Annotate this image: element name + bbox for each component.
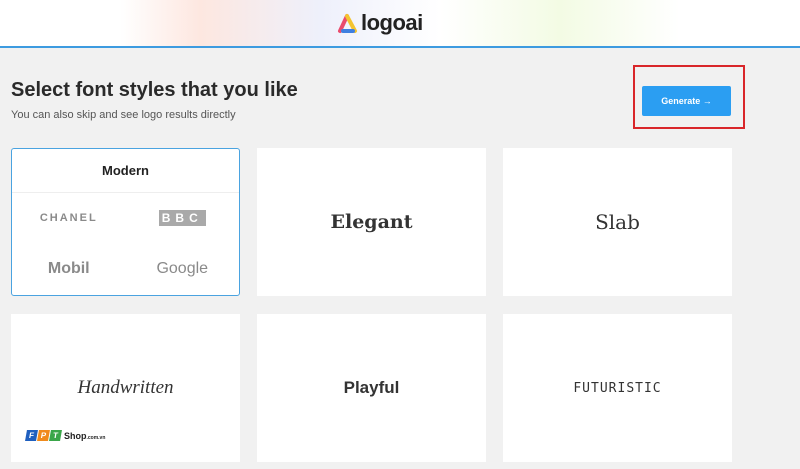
- style-label: Slab: [595, 210, 640, 234]
- style-label: Playful: [343, 378, 400, 397]
- logo-text: logoai: [361, 10, 423, 35]
- logo[interactable]: logoai: [337, 10, 423, 36]
- generate-button[interactable]: Generate →: [642, 86, 731, 116]
- logo-icon: [338, 14, 357, 33]
- header: logoai: [0, 0, 800, 48]
- example-chanel: CHANEL: [39, 212, 98, 224]
- style-label: FUTURISTIC: [573, 380, 662, 396]
- example-mobil: Mobil: [47, 260, 90, 277]
- style-label: Modern: [12, 149, 239, 193]
- style-label: Handwritten: [77, 377, 174, 398]
- example-bbc: BBC: [158, 210, 206, 226]
- style-label: Elegant: [330, 211, 413, 233]
- style-card-elegant[interactable]: Elegant: [257, 148, 486, 296]
- style-card-playful[interactable]: Playful: [257, 314, 486, 462]
- style-card-modern[interactable]: Modern CHANEL BBC Mobil Google: [11, 148, 240, 296]
- style-card-futuristic[interactable]: FUTURISTIC: [503, 314, 732, 462]
- example-google: Google: [156, 260, 209, 277]
- style-card-slab[interactable]: Slab: [503, 148, 732, 296]
- page-title: Select font styles that you like: [11, 79, 298, 101]
- page-subtitle: You can also skip and see logo results d…: [11, 109, 236, 121]
- fptshop-watermark: FPT Shop.com.vn: [25, 430, 105, 441]
